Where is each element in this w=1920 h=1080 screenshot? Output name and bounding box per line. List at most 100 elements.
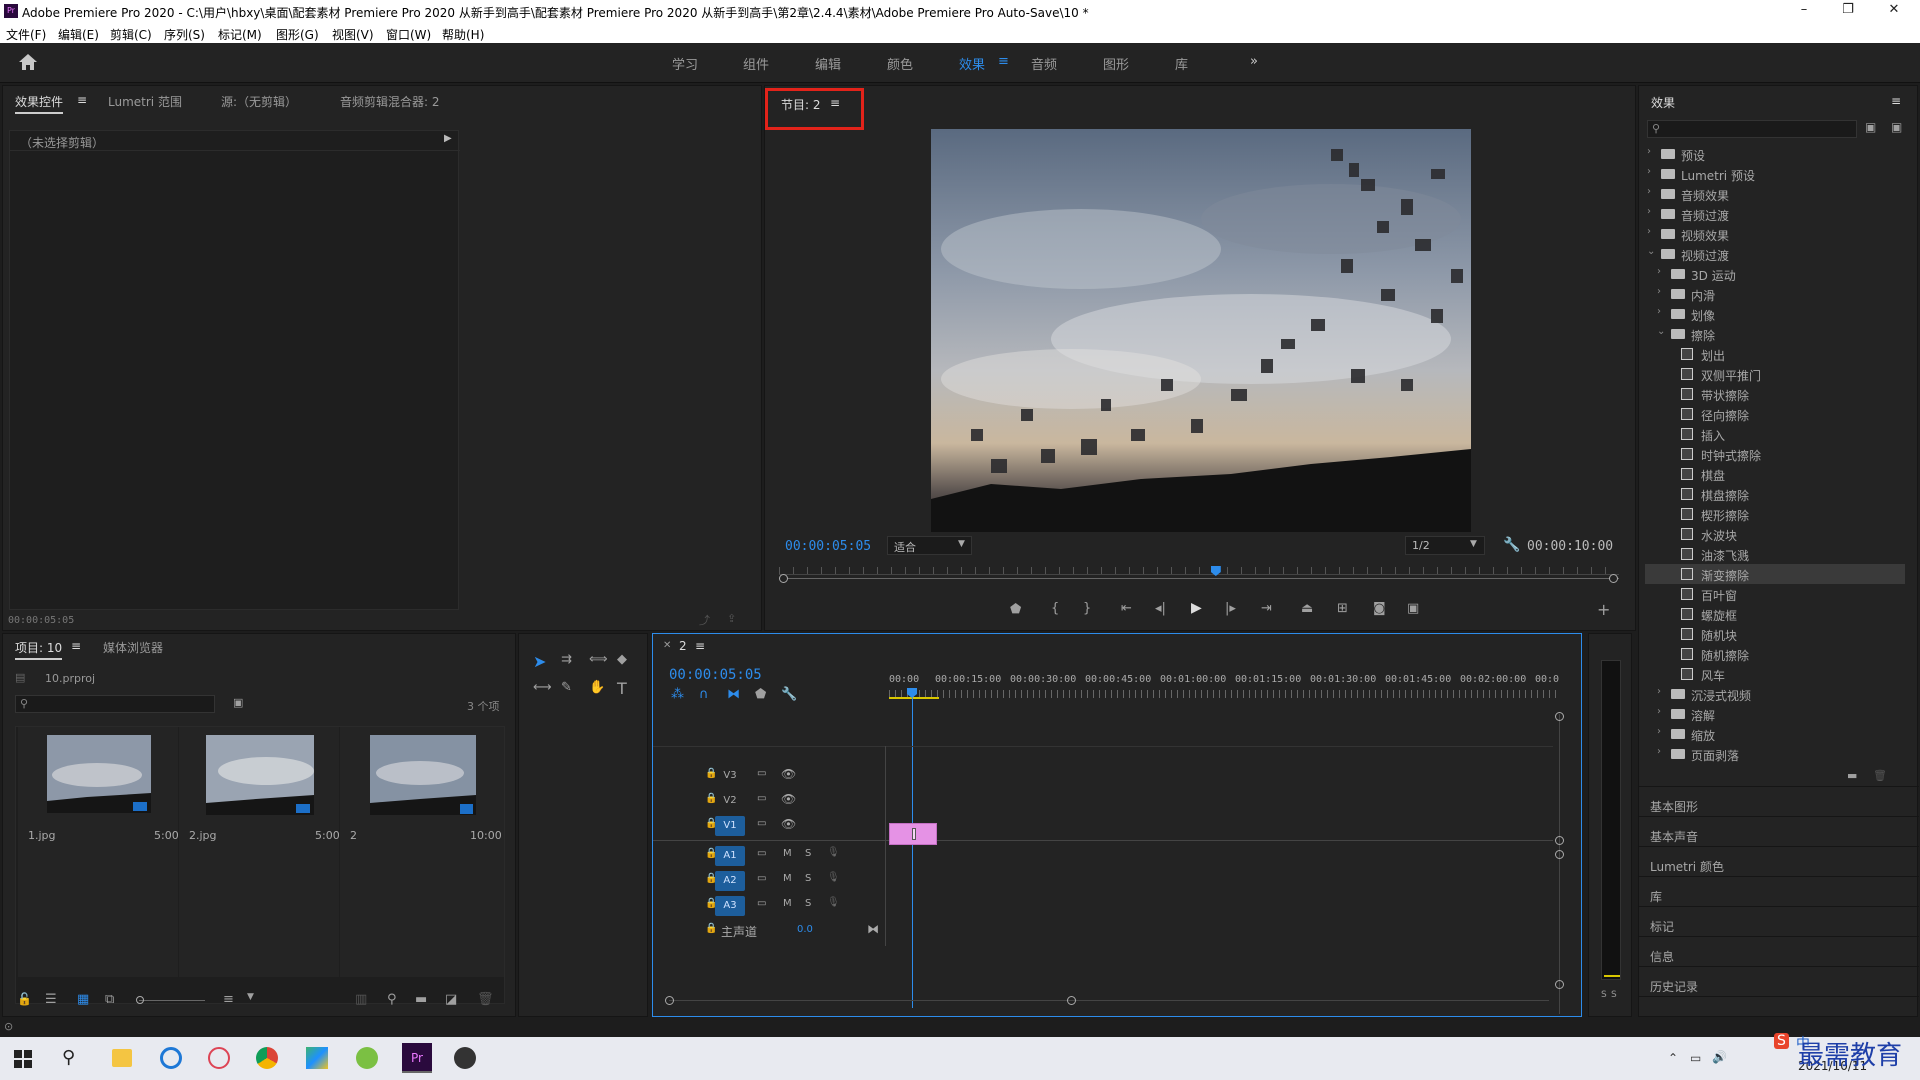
track-label[interactable]: V3 [715, 766, 745, 786]
panel-markers[interactable]: 标记 [1650, 918, 1674, 935]
effects-folder[interactable]: › 缩放 [1645, 724, 1905, 744]
chevron-right-icon[interactable]: › [1657, 286, 1661, 297]
pen-tool-icon[interactable]: ✎ [561, 680, 572, 695]
effect-item[interactable]: 百叶窗 [1645, 584, 1905, 604]
effect-item[interactable]: 双侧平推门 [1645, 364, 1905, 384]
close-button[interactable]: ✕ [1872, 2, 1916, 20]
time-ruler[interactable]: 00:00 00:00:15:00 00:00:30:00 00:00:45:0… [889, 674, 1559, 704]
tab-audio-clip-mixer[interactable]: 音频剪辑混合器: 2 [340, 93, 440, 110]
workspace-editing[interactable]: 编辑 [815, 54, 841, 73]
new-custom-bin-icon[interactable]: ▬ [1847, 769, 1857, 782]
step-forward-icon[interactable]: |▸ [1225, 601, 1236, 616]
go-to-edit-point-icon[interactable]: ⧓ [867, 922, 879, 936]
eye-icon[interactable]: 👁 [781, 817, 796, 831]
effect-item[interactable]: 棋盘 [1645, 464, 1905, 484]
file-explorer-icon[interactable] [112, 1049, 132, 1067]
track-label[interactable]: V2 [715, 791, 745, 811]
effects-folder[interactable]: › 视频效果 [1645, 224, 1905, 244]
tab-project[interactable]: 项目: 10 [15, 639, 63, 660]
clear-icon[interactable]: 🗑 [477, 992, 494, 1007]
chevron-down-icon[interactable]: ⌄ [1657, 326, 1665, 337]
master-volume-value[interactable]: 0.0 [797, 924, 813, 935]
chevron-right-icon[interactable]: › [1647, 186, 1651, 197]
vertical-scroll-handle[interactable] [1555, 712, 1564, 721]
app-icon[interactable] [454, 1047, 476, 1069]
new-item-icon[interactable]: ◪ [445, 992, 457, 1007]
go-to-in-icon[interactable]: ⇤ [1121, 601, 1132, 616]
menu-sequence[interactable]: 序列(S) [164, 26, 205, 43]
menu-graphics[interactable]: 图形(G) [276, 26, 319, 43]
project-item[interactable]: 1.jpg 5:00 [18, 727, 179, 977]
chevron-right-icon[interactable]: › [1657, 706, 1661, 717]
solo-button[interactable]: S [805, 873, 811, 884]
effect-item[interactable]: 风车 [1645, 664, 1905, 684]
lock-icon[interactable]: 🔓 [17, 992, 32, 1006]
workspace-libraries[interactable]: 库 [1175, 54, 1188, 73]
menu-clip[interactable]: 剪辑(C) [110, 26, 152, 43]
project-search-input[interactable]: ⚲ [15, 695, 215, 713]
export-frame-icon[interactable]: ◙ [1373, 601, 1386, 616]
effect-item[interactable]: 渐变擦除 [1645, 564, 1905, 584]
solo-left-button[interactable]: S [1601, 990, 1607, 1000]
effect-item[interactable]: 棋盘擦除 [1645, 484, 1905, 504]
effects-folder[interactable]: › 预设 [1645, 144, 1905, 164]
solo-right-button[interactable]: S [1611, 990, 1617, 1000]
microphone-icon[interactable]: 🎙 [827, 897, 840, 908]
accelerated-effects-icon[interactable]: ▣ [1865, 120, 1876, 134]
go-to-out-icon[interactable]: ⇥ [1261, 601, 1272, 616]
panel-info[interactable]: 信息 [1650, 948, 1674, 965]
vertical-scroll-handle[interactable] [1555, 850, 1564, 859]
video-clip[interactable] [889, 823, 937, 845]
chrome-icon[interactable] [256, 1047, 278, 1069]
vertical-scroll-handle[interactable] [1555, 980, 1564, 989]
chevron-right-icon[interactable]: › [1657, 746, 1661, 757]
effect-item[interactable]: 划出 [1645, 344, 1905, 364]
hand-tool-icon[interactable]: ✋ [589, 680, 605, 695]
panel-essential-graphics[interactable]: 基本图形 [1650, 798, 1698, 815]
mute-button[interactable]: M [783, 898, 792, 909]
wrench-icon[interactable]: 🔧 [1503, 537, 1520, 553]
scrubber-start-handle[interactable] [779, 574, 788, 583]
find-icon[interactable]: ⚲ [387, 992, 397, 1007]
chevron-right-icon[interactable]: › [1657, 686, 1661, 697]
effect-item[interactable]: 径向擦除 [1645, 404, 1905, 424]
chevron-right-icon[interactable]: › [1647, 206, 1651, 217]
ripple-edit-tool-icon[interactable]: ⟺ [589, 652, 608, 667]
workspace-effects[interactable]: 效果 [959, 54, 985, 73]
chevron-right-icon[interactable]: › [1647, 146, 1651, 157]
effects-folder[interactable]: › 3D 运动 [1645, 264, 1905, 284]
effects-folder[interactable]: › Lumetri 预设 [1645, 164, 1905, 184]
toggle-sync-lock-icon[interactable]: ▭ [757, 848, 766, 859]
panel-lumetri-color[interactable]: Lumetri 颜色 [1650, 858, 1724, 875]
automate-to-sequence-icon[interactable]: ▥ [355, 992, 367, 1007]
track-label[interactable]: V1 [715, 816, 745, 836]
effects-folder[interactable]: ⌄ 擦除 [1645, 324, 1905, 344]
effects-folder[interactable]: › 音频过渡 [1645, 204, 1905, 224]
lock-icon[interactable]: 🔒 [705, 923, 717, 934]
selection-tool-icon[interactable]: ➤ [533, 652, 546, 671]
filter-icon[interactable]: ⤴ [699, 612, 710, 628]
menu-edit[interactable]: 编辑(E) [58, 26, 99, 43]
tab-lumetri-scopes[interactable]: Lumetri 范围 [108, 93, 182, 110]
type-tool-icon[interactable]: T [617, 679, 627, 698]
tab-menu-icon[interactable]: ≡ [77, 93, 87, 107]
nest-icon[interactable]: ⁂ [671, 687, 684, 702]
tab-source[interactable]: 源:（无剪辑） [221, 93, 297, 110]
tab-sequence[interactable]: 2 [679, 639, 687, 653]
app-icon[interactable] [356, 1047, 378, 1069]
app-icon[interactable] [306, 1047, 328, 1069]
slip-tool-icon[interactable]: ⟷ [533, 680, 552, 695]
export-icon[interactable]: ⇪ [727, 612, 736, 625]
track-label[interactable]: A2 [715, 871, 745, 891]
paint-app-icon[interactable] [208, 1047, 230, 1069]
effect-item[interactable]: 随机擦除 [1645, 644, 1905, 664]
play-icon[interactable]: ▶ [1191, 600, 1202, 616]
workspace-color[interactable]: 颜色 [887, 54, 913, 73]
add-marker-icon[interactable]: ⬟ [755, 687, 766, 702]
close-tab-icon[interactable]: ✕ [663, 640, 671, 651]
snap-icon[interactable]: ∩ [699, 687, 709, 702]
lift-icon[interactable]: ⏏ [1301, 601, 1313, 616]
menu-view[interactable]: 视图(V) [332, 26, 374, 43]
network-icon[interactable]: ▭ [1690, 1051, 1701, 1065]
chevron-right-icon[interactable]: › [1647, 166, 1651, 177]
